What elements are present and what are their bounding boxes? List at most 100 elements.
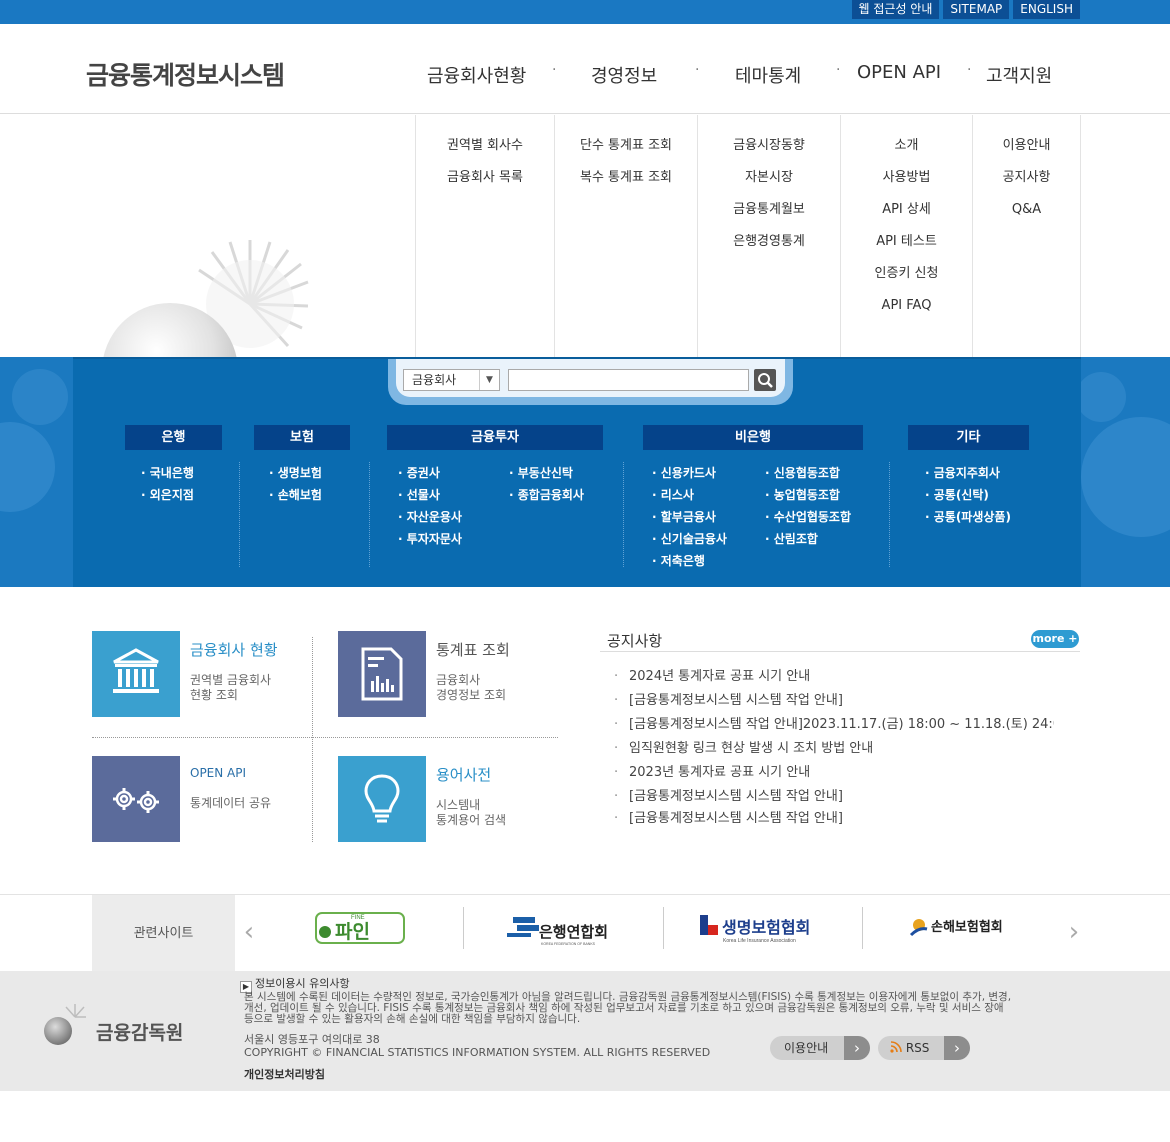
category-link[interactable]: · 투자자문사 — [398, 528, 462, 550]
tile-stat-tables[interactable]: 통계표 조회 금융회사 경영정보 조회 — [338, 631, 548, 717]
submenu-item[interactable]: API 테스트 — [841, 226, 972, 258]
submenu-item[interactable]: 권역별 회사수 — [416, 130, 554, 162]
nav-support[interactable]: 고객지원 — [986, 62, 1052, 88]
tile-divider — [312, 637, 313, 842]
submenu-item[interactable]: 자본시장 — [698, 162, 840, 194]
notice-item[interactable]: 2023년 통계자료 공표 시기 안내 — [614, 762, 1054, 786]
document-chart-icon — [338, 631, 426, 717]
category-link[interactable]: · 금융지주회사 — [925, 462, 1011, 484]
accessibility-link[interactable]: 웹 접근성 안내 — [851, 0, 940, 19]
submenu-support: 이용안내 공지사항 Q&A — [972, 115, 1081, 358]
chevron-right-icon[interactable]: › — [1065, 917, 1083, 947]
search-box: 금융회사 ▼ — [388, 359, 793, 405]
submenu-item[interactable]: Q&A — [973, 194, 1080, 226]
privacy-policy-link[interactable]: 개인정보처리방침 — [244, 1066, 325, 1082]
gears-icon — [92, 756, 180, 842]
nav-management-info[interactable]: 경영정보 — [591, 62, 657, 88]
category-link[interactable]: · 공통(신탁) — [925, 484, 1011, 506]
footer: 금융감독원 ▶ 정보이용시 유의사항 본 시스템에 수록된 데이터는 수량적인 정… — [0, 971, 1170, 1091]
category-link[interactable]: · 농업협동조합 — [765, 484, 851, 506]
notice-heading: 공지사항 — [607, 632, 663, 650]
submenu-item[interactable]: 공지사항 — [973, 162, 1080, 194]
category-link[interactable]: · 신기술금융사 — [652, 528, 727, 550]
category-link[interactable]: · 자산운용사 — [398, 506, 462, 528]
tile-desc-line: 권역별 금융회사 — [190, 673, 272, 687]
category-link[interactable]: · 생명보험 — [269, 462, 322, 484]
notice-item[interactable]: [금융통계정보시스템 작업 안내]2023.11.17.(금) 18:00 ~ … — [614, 714, 1054, 738]
tile-open-api[interactable]: OPEN API 통계데이터 공유 — [92, 756, 302, 842]
related-site-gia[interactable]: 손해보험협회 — [900, 907, 1025, 947]
category-link[interactable]: · 신용협동조합 — [765, 462, 851, 484]
submenu-item[interactable]: 이용안내 — [973, 130, 1080, 162]
category-etc-header[interactable]: 기타 — [908, 425, 1029, 450]
category-link[interactable]: · 종합금융회사 — [509, 484, 584, 506]
submenu-item[interactable]: 복수 통계표 조회 — [555, 162, 697, 194]
notice-item[interactable]: [금융통계정보시스템 시스템 작업 안내] — [614, 786, 1054, 810]
submenu-item[interactable]: 금융통계월보 — [698, 194, 840, 226]
tile-title: 통계표 조회 — [436, 641, 510, 659]
submenu-item[interactable]: 금융시장동향 — [698, 130, 840, 162]
notice-item[interactable]: [금융통계정보시스템 시스템 작업 안내] — [614, 690, 1054, 714]
tile-glossary[interactable]: 용어사전 시스템내 통계용어 검색 — [338, 756, 548, 842]
submenu-item[interactable]: API 상세 — [841, 194, 972, 226]
category-link[interactable]: · 공통(파생상품) — [925, 506, 1011, 528]
submenu-item[interactable]: API FAQ — [841, 290, 972, 322]
category-link[interactable]: · 증권사 — [398, 462, 462, 484]
category-insurance-header[interactable]: 보험 — [254, 425, 350, 450]
category-link[interactable]: · 국내은행 — [141, 462, 194, 484]
tile-divider — [92, 737, 558, 738]
submenu-item[interactable]: 사용방법 — [841, 162, 972, 194]
submenu-open-api: 소개 사용방법 API 상세 API 테스트 인증키 신청 API FAQ — [840, 115, 972, 358]
category-invest-header[interactable]: 금융투자 — [387, 425, 603, 450]
submenu-theme-stats: 금융시장동향 자본시장 금융통계월보 은행경영통계 — [697, 115, 840, 358]
tile-desc-line: 시스템내 — [436, 798, 481, 812]
search-category-select[interactable]: 금융회사 ▼ — [403, 369, 500, 391]
category-link[interactable]: · 수산업협동조합 — [765, 506, 851, 528]
nav-theme-stats[interactable]: 테마통계 — [735, 62, 801, 88]
chevron-down-icon[interactable]: ▼ — [479, 370, 499, 390]
tile-desc-line: 통계용어 검색 — [436, 813, 507, 827]
site-logo[interactable]: 금융통계정보시스템 — [86, 56, 285, 92]
sitemap-link[interactable]: SITEMAP — [943, 0, 1010, 19]
nav-open-api[interactable]: OPEN API — [857, 62, 941, 83]
usage-guide-button[interactable]: 이용안내 › — [770, 1036, 870, 1060]
related-site-kfb[interactable]: 은행연합회 KOREA FEDERATION OF BANKS — [500, 907, 630, 947]
category-link[interactable]: · 신용카드사 — [652, 462, 727, 484]
category-link[interactable]: · 할부금융사 — [652, 506, 727, 528]
search-input[interactable] — [508, 369, 749, 391]
notice-item[interactable]: [금융통계정보시스템 시스템 작업 안내] — [614, 810, 1054, 828]
chevron-left-icon[interactable]: ‹ — [240, 917, 258, 947]
notice-more-button[interactable]: more + — [1031, 630, 1079, 648]
submenu-item[interactable]: 단수 통계표 조회 — [555, 130, 697, 162]
submenu-item[interactable]: 인증키 신청 — [841, 258, 972, 290]
submenu-item[interactable]: 소개 — [841, 130, 972, 162]
category-nonbank-header[interactable]: 비은행 — [643, 425, 863, 450]
category-link[interactable]: · 산림조합 — [765, 528, 851, 550]
related-site-fine[interactable]: FINE 파인 — [300, 907, 425, 947]
related-site-klia[interactable]: 생명보험협회 Korea Life Insurance Association — [695, 907, 830, 947]
fine-logo: FINE 파인 — [314, 912, 405, 944]
tile-company-status[interactable]: 금융회사 현황 권역별 금융회사 현황 조회 — [92, 631, 302, 717]
tile-description: 금융회사 경영정보 조회 — [436, 673, 506, 703]
category-link[interactable]: · 부동산신탁 — [509, 462, 584, 484]
rss-button[interactable]: RSS › — [878, 1036, 970, 1060]
category-link[interactable]: · 저축은행 — [652, 550, 727, 572]
category-link[interactable]: · 선물사 — [398, 484, 462, 506]
notice-item[interactable]: 임직원현황 링크 현상 발생 시 조치 방법 안내 — [614, 738, 1054, 762]
notice-item[interactable]: 2024년 통계자료 공표 시기 안내 — [614, 666, 1054, 690]
category-link[interactable]: · 외은지점 — [141, 484, 194, 506]
svg-text:손해보험협회: 손해보험협회 — [931, 919, 1003, 935]
english-link[interactable]: ENGLISH — [1013, 0, 1080, 19]
search-category-band: 은행 · 국내은행 · 외은지점 보험 · 생명보험 · 손해보험 금융투자 ·… — [0, 357, 1170, 587]
nav-company-status[interactable]: 금융회사현황 — [427, 62, 526, 88]
category-bank-header[interactable]: 은행 — [125, 425, 222, 450]
lightbulb-icon — [338, 756, 426, 842]
svg-text:Korea Life Insurance Associati: Korea Life Insurance Association — [723, 938, 796, 944]
main-nav: 금융회사현황 · 경영정보 · 테마통계 · OPEN API · 고객지원 — [415, 62, 1080, 88]
category-link[interactable]: · 리스사 — [652, 484, 727, 506]
search-button[interactable] — [754, 369, 776, 391]
submenu-item[interactable]: 금융회사 목록 — [416, 162, 554, 194]
category-link[interactable]: · 손해보험 — [269, 484, 322, 506]
header: 금융통계정보시스템 금융회사현황 · 경영정보 · 테마통계 · OPEN AP… — [0, 24, 1170, 114]
submenu-item[interactable]: 은행경영통계 — [698, 226, 840, 258]
